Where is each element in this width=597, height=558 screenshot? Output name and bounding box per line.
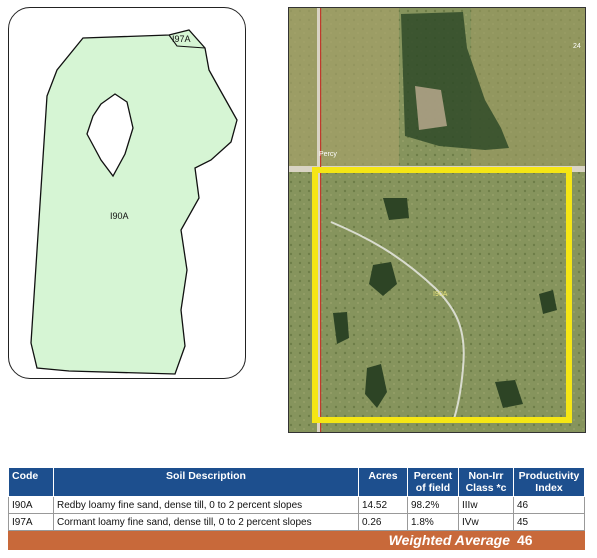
soil-label-I97A: I97A [172, 34, 191, 44]
row-description: Cormant loamy fine sand, dense till, 0 t… [53, 513, 359, 531]
row-percent: 1.8% [407, 513, 459, 531]
table-row: I97A Cormant loamy fine sand, dense till… [8, 513, 585, 531]
row-description: Redby loamy fine sand, dense till, 0 to … [53, 496, 359, 514]
aerial-photo: Percy 24 I90A [288, 7, 586, 433]
table-row: I90A Redby loamy fine sand, dense till, … [8, 496, 585, 514]
row-class: IVw [458, 513, 514, 531]
field-north-west [289, 8, 399, 166]
soil-map: I97A I90A [30, 29, 238, 375]
header-description: Soil Description [53, 467, 359, 497]
road-label: Percy [319, 151, 337, 158]
header-class: Non-Irr Class *c [458, 467, 514, 497]
parcel-label: I90A [433, 291, 448, 298]
header-productivity: Productivity Index [513, 467, 585, 497]
soil-map-panel: I97A I90A [8, 7, 246, 379]
aerial-image: Percy 24 I90A [289, 8, 585, 432]
row-productivity: 46 [513, 496, 585, 514]
header-acres: Acres [358, 467, 408, 497]
row-code: I90A [8, 496, 54, 514]
row-class: IIIw [458, 496, 514, 514]
row-productivity: 45 [513, 513, 585, 531]
weighted-average-value: 46 [513, 530, 585, 550]
soil-label-I90A: I90A [110, 211, 129, 221]
weighted-average-label: Weighted Average [8, 530, 514, 550]
ditch-line [320, 8, 322, 432]
soil-table: Code Soil Description Acres Percent of f… [8, 467, 585, 550]
soil-unit-I90A-polygon [30, 29, 238, 375]
header-percent: Percent of field [407, 467, 459, 497]
header-code: Code [8, 467, 54, 497]
road-number-label: 24 [573, 43, 581, 50]
weighted-average-row: Weighted Average 46 [8, 530, 585, 550]
table-header-row: Code Soil Description Acres Percent of f… [8, 467, 585, 497]
row-acres: 0.26 [358, 513, 408, 531]
row-percent: 98.2% [407, 496, 459, 514]
row-acres: 14.52 [358, 496, 408, 514]
row-code: I97A [8, 513, 54, 531]
